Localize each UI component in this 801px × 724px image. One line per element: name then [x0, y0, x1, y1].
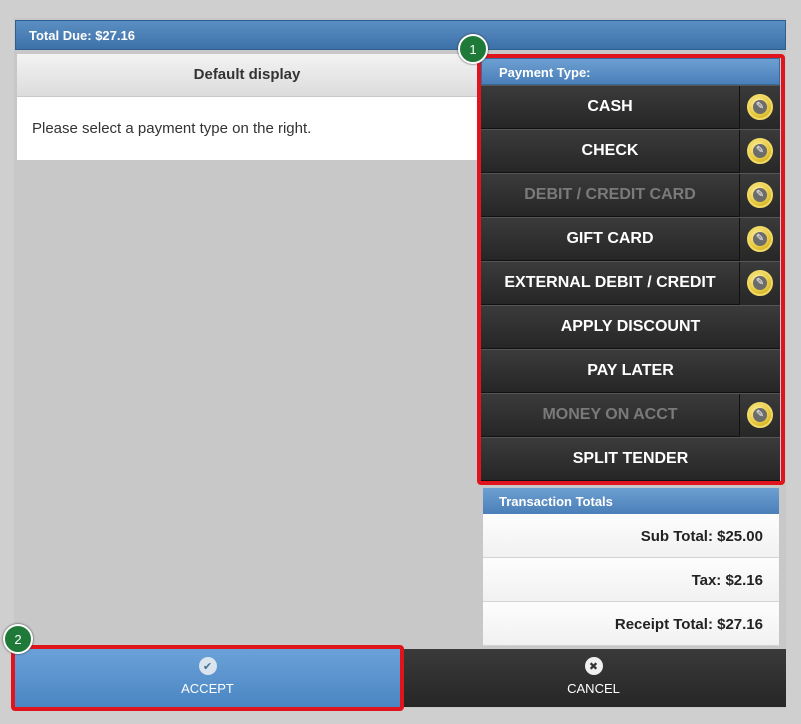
highlight-box-payment-types [477, 54, 785, 485]
receipt-total-row: Receipt Total: $27.16 [483, 602, 779, 646]
payment-prompt-message: Please select a payment type on the righ… [32, 120, 312, 137]
total-due-bar: Total Due: $27.16 [15, 20, 786, 50]
default-display-title: Default display [17, 54, 477, 97]
step-badge-1: 1 [458, 34, 488, 64]
transaction-totals-panel: Transaction Totals Sub Total: $25.00 Tax… [482, 487, 780, 647]
cancel-label: CANCEL [567, 681, 620, 696]
transaction-totals-title: Transaction Totals [483, 488, 779, 514]
tax-row: Tax: $2.16 [483, 558, 779, 602]
highlight-box-accept [11, 645, 404, 711]
step-badge-2: 2 [3, 624, 33, 654]
cancel-button[interactable]: ✖ CANCEL [401, 649, 786, 707]
sub-total-row: Sub Total: $25.00 [483, 514, 779, 558]
close-icon: ✖ [584, 657, 603, 675]
total-due-text: Total Due: $27.16 [29, 28, 135, 43]
default-display-panel: Default display Please select a payment … [16, 53, 478, 161]
